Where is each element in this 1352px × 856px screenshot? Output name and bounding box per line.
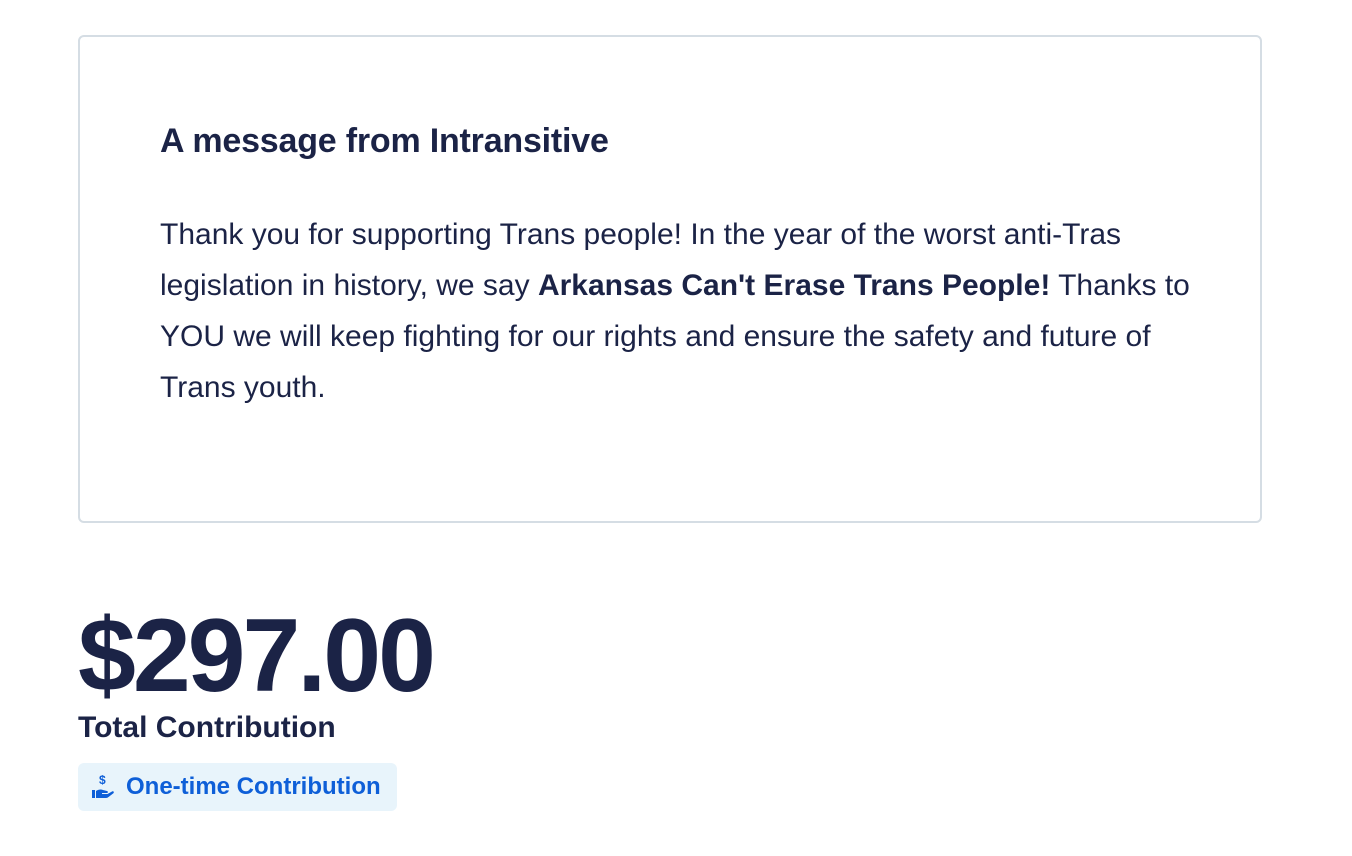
svg-text:$: $ [99,773,106,787]
message-body: Thank you for supporting Trans people! I… [160,209,1190,413]
message-content: A message from Intransitive Thank you fo… [160,121,1190,413]
contribution-type-label: One-time Contribution [126,773,381,800]
message-title: A message from Intransitive [160,122,609,160]
message-body-emphasis: Arkansas Can't Erase Trans People! [537,269,1051,302]
contribution-amount: $297.00 [78,598,436,714]
contribution-type-badge: $ One-time Contribution [78,763,397,811]
message-card: A message from Intransitive Thank you fo… [78,35,1262,523]
contribution-amount-label: Total Contribution [78,711,336,744]
hand-dollar-icon: $ [90,773,116,801]
